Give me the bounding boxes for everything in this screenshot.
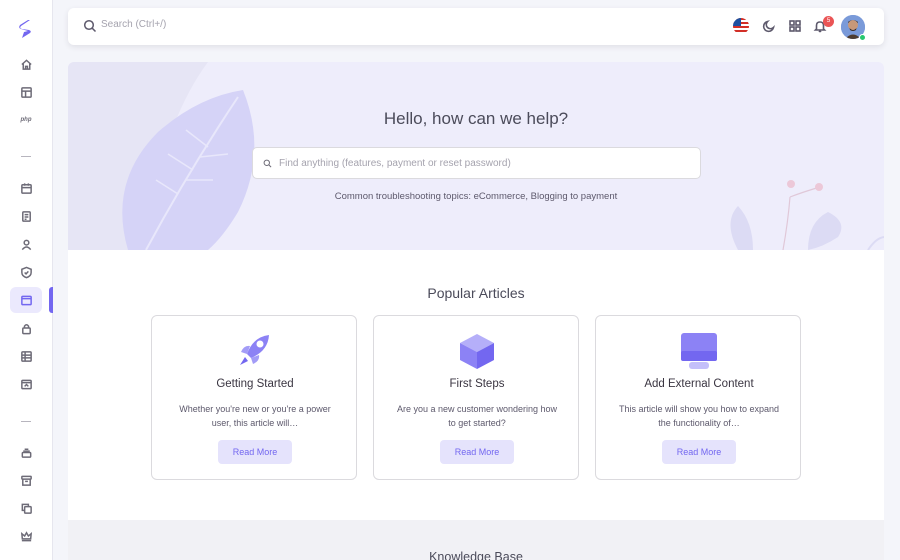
article-title: Getting Started	[216, 378, 294, 390]
article-description: Are you a new customer wondering how to …	[396, 404, 558, 428]
monitor-icon	[681, 333, 717, 369]
sidebar-divider	[21, 156, 31, 157]
top-navbar: Search (Ctrl+/) 5	[68, 8, 884, 45]
read-more-button[interactable]: Read More	[218, 440, 292, 464]
file-text-icon	[21, 210, 31, 222]
read-more-button[interactable]: Read More	[440, 440, 514, 464]
grid-icon[interactable]	[788, 19, 802, 33]
section-title: Knowledge Base	[429, 550, 523, 560]
sidebar-item-stack[interactable]	[10, 439, 42, 465]
article-card: Add External Content This article will s…	[595, 315, 801, 480]
notification-badge: 5	[823, 16, 834, 27]
sidebar-divider	[21, 421, 31, 422]
sidebar-item-calendar[interactable]	[10, 175, 42, 201]
navbar-search-input[interactable]: Search (Ctrl+/)	[101, 19, 166, 30]
sidebar-item-copy[interactable]	[10, 495, 42, 521]
sidebar-item-wizard[interactable]	[10, 343, 42, 369]
sidebar-item-home[interactable]	[10, 51, 42, 77]
stack-icon	[21, 448, 31, 458]
read-more-button[interactable]: Read More	[662, 440, 736, 464]
sidebar-item-php[interactable]: php	[10, 110, 42, 130]
sidebar-item-roles[interactable]	[10, 259, 42, 285]
knowledge-base-section: Knowledge Base	[68, 520, 884, 560]
app-window-icon	[20, 379, 32, 389]
crown-icon	[20, 530, 32, 541]
section-title: Popular Articles	[427, 285, 525, 301]
search-icon[interactable]	[83, 19, 97, 33]
hero-title: Hello, how can we help?	[383, 109, 569, 128]
article-card: Getting Started Whether you're new or yo…	[151, 315, 357, 480]
search-icon	[263, 159, 272, 168]
article-title: Add External Content	[644, 378, 754, 390]
sidebar-item-pages[interactable]	[10, 287, 42, 313]
moon-icon[interactable]	[762, 19, 776, 33]
shield-check-icon	[20, 266, 32, 278]
user-icon	[21, 239, 31, 250]
us-flag-icon[interactable]	[733, 18, 749, 34]
sidebar-item-invoice[interactable]	[10, 203, 42, 229]
copy-icon	[21, 503, 32, 514]
sidebar-item-archive[interactable]	[10, 467, 42, 493]
help-search-input[interactable]	[279, 148, 689, 178]
article-description: Whether you're new or you're a power use…	[179, 404, 331, 428]
sidebar-item-users[interactable]	[10, 231, 42, 257]
rocket-icon	[240, 335, 269, 365]
browser-icon	[20, 295, 32, 305]
layout-icon	[20, 86, 32, 98]
sidebar: php	[0, 0, 53, 560]
troubleshooting-topics: Common troubleshooting topics: eCommerce…	[334, 191, 618, 202]
sidebar-item-modal[interactable]	[10, 371, 42, 397]
popular-articles-section: Popular Articles Getting Started Whether…	[68, 250, 884, 520]
archive-icon	[20, 475, 32, 486]
table-icon	[20, 350, 32, 362]
article-description: This article will show you how to expand…	[618, 404, 780, 428]
sidebar-item-crown[interactable]	[10, 523, 42, 549]
brand-logo-icon[interactable]	[16, 18, 36, 40]
sidebar-item-auth[interactable]	[10, 315, 42, 341]
article-card: First Steps Are you a new customer wonde…	[373, 315, 579, 480]
article-title: First Steps	[449, 378, 505, 390]
active-indicator	[49, 287, 53, 313]
sidebar-item-layouts[interactable]	[10, 79, 42, 105]
help-center-hero: Hello, how can we help? Common troublesh…	[68, 62, 884, 250]
calendar-icon	[20, 182, 32, 194]
home-icon	[20, 58, 32, 70]
lock-icon	[21, 323, 31, 334]
online-status-indicator	[859, 34, 866, 41]
cube-icon	[460, 334, 494, 369]
help-search-box	[252, 147, 701, 179]
